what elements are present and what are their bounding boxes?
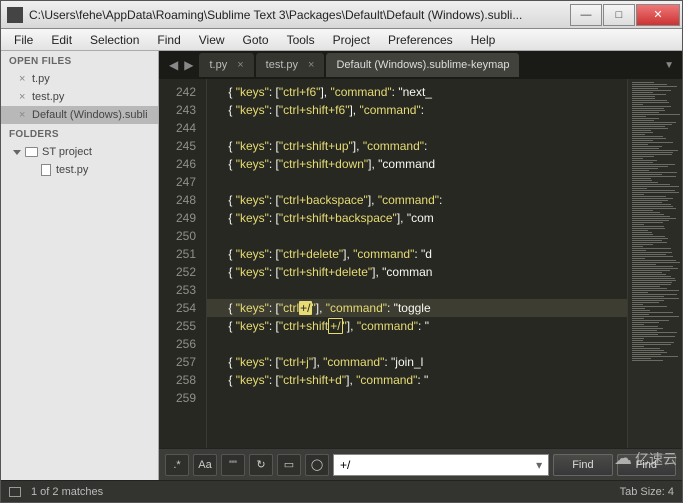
highlight-toggle[interactable]: ◯ (305, 454, 329, 476)
case-toggle[interactable]: Aa (193, 454, 217, 476)
open-file-label: t.py (32, 73, 50, 85)
tab-label: Default (Windows).sublime-keymap (336, 59, 509, 71)
menu-help[interactable]: Help (462, 31, 505, 49)
menu-edit[interactable]: Edit (42, 31, 81, 49)
tab-overflow-icon[interactable]: ▼ (656, 60, 682, 71)
find-panel: .* Aa "" ↻ ▭ ◯ +/▾ Find Find (159, 448, 682, 480)
tab[interactable]: test.py × (256, 53, 325, 77)
open-file-item[interactable]: × t.py (1, 70, 158, 88)
nav-forward-icon[interactable]: ▶ (184, 58, 193, 72)
find-button[interactable]: Find (553, 454, 612, 476)
menu-selection[interactable]: Selection (81, 31, 148, 49)
dropdown-icon[interactable]: ▾ (536, 458, 542, 472)
menu-tools[interactable]: Tools (278, 31, 324, 49)
close-icon[interactable]: × (19, 91, 27, 103)
open-file-label: Default (Windows).subli (32, 109, 148, 121)
titlebar: C:\Users\fehe\AppData\Roaming\Sublime Te… (1, 1, 682, 29)
tab[interactable]: Default (Windows).sublime-keymap (326, 53, 519, 77)
status-tabsize[interactable]: Tab Size: 4 (620, 486, 674, 498)
statusbar: 1 of 2 matches Tab Size: 4 (1, 480, 682, 502)
menu-find[interactable]: Find (148, 31, 189, 49)
editor[interactable]: 2422432442452462472482492502512522532542… (159, 79, 682, 448)
menu-file[interactable]: File (5, 31, 42, 49)
menu-preferences[interactable]: Preferences (379, 31, 462, 49)
tab[interactable]: t.py × (199, 53, 253, 77)
menu-view[interactable]: View (190, 31, 234, 49)
open-file-label: test.py (32, 91, 64, 103)
close-icon[interactable]: × (19, 109, 27, 121)
open-files-header: OPEN FILES (1, 51, 158, 70)
app-icon (7, 7, 23, 23)
file-item[interactable]: test.py (1, 161, 158, 179)
close-button[interactable]: ✕ (636, 4, 680, 26)
tab-label: t.py (209, 59, 227, 71)
gutter: 2422432442452462472482492502512522532542… (159, 79, 207, 448)
code-content[interactable]: { "keys": ["ctrl+f6"], "command": "next_… (207, 79, 627, 448)
tabbar: ◀ ▶ t.py × test.py × Default (Windows).subl… (159, 51, 682, 79)
tab-close-icon[interactable]: × (237, 59, 243, 71)
close-icon[interactable]: × (19, 73, 27, 85)
find-input[interactable]: +/ ▾ (333, 454, 549, 476)
file-label: test.py (56, 164, 88, 176)
maximize-button[interactable]: □ (603, 4, 635, 26)
window-title: C:\Users\fehe\AppData\Roaming\Sublime Te… (29, 8, 569, 22)
chevron-down-icon (13, 150, 21, 155)
menu-project[interactable]: Project (324, 31, 379, 49)
folder-item[interactable]: ST project (1, 143, 158, 161)
nav-back-icon[interactable]: ◀ (169, 58, 178, 72)
tab-close-icon[interactable]: × (308, 59, 314, 71)
wholeword-toggle[interactable]: "" (221, 454, 245, 476)
open-file-item[interactable]: × Default (Windows).subli (1, 106, 158, 124)
folders-header: FOLDERS (1, 124, 158, 143)
open-file-item[interactable]: × test.py (1, 88, 158, 106)
status-matches: 1 of 2 matches (31, 486, 103, 498)
menu-goto[interactable]: Goto (234, 31, 278, 49)
regex-toggle[interactable]: .* (165, 454, 189, 476)
folder-icon (25, 147, 38, 157)
folder-label: ST project (42, 146, 92, 158)
watermark: ☁亿速云 (614, 448, 677, 469)
file-icon (41, 164, 51, 176)
tab-label: test.py (266, 59, 298, 71)
panel-icon[interactable] (9, 487, 21, 497)
minimap[interactable] (627, 79, 682, 448)
in-selection-toggle[interactable]: ▭ (277, 454, 301, 476)
find-input-value: +/ (340, 458, 350, 472)
minimize-button[interactable]: — (570, 4, 602, 26)
menubar: File Edit Selection Find View Goto Tools… (1, 29, 682, 51)
wrap-toggle[interactable]: ↻ (249, 454, 273, 476)
sidebar: OPEN FILES × t.py × test.py × Default (Wind… (1, 51, 159, 480)
